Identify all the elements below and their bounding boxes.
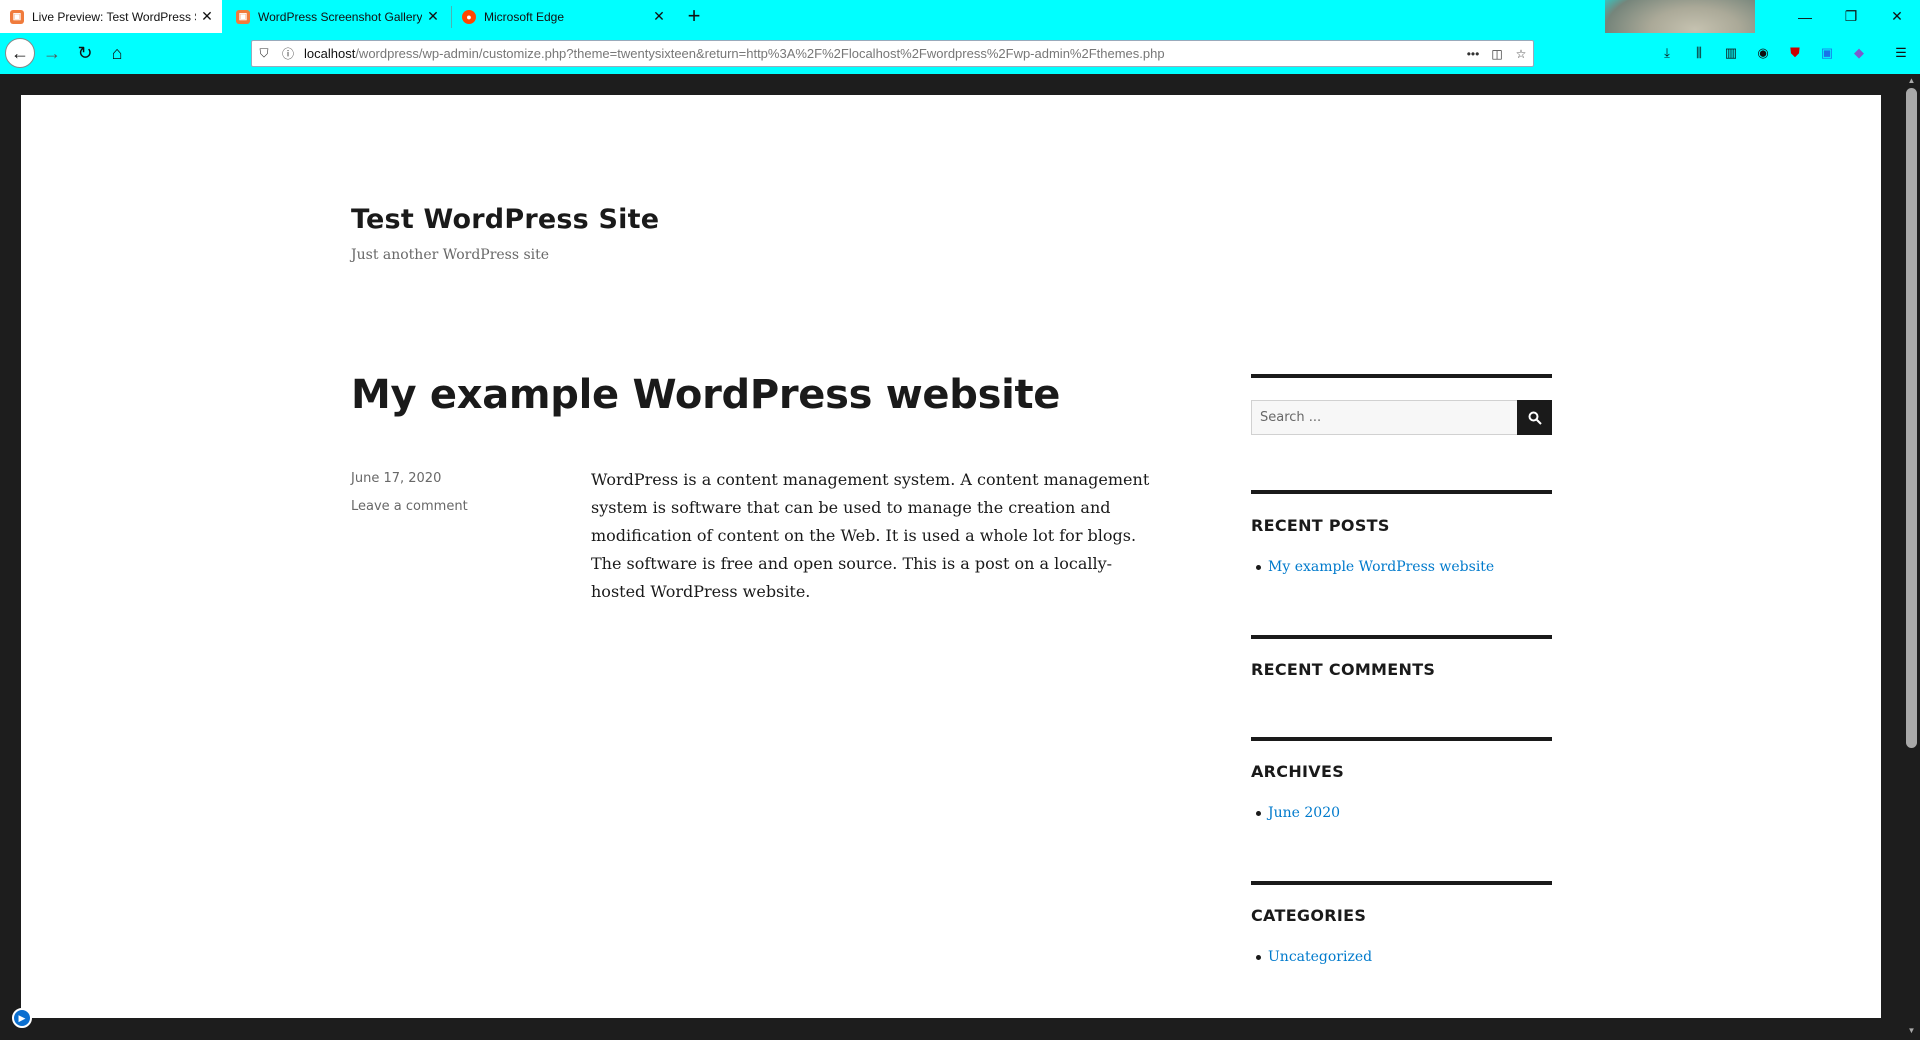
bullet <box>1256 810 1261 816</box>
back-arrow-icon[interactable]: ← <box>5 38 35 68</box>
recent-post-label[interactable]: My example WordPress website <box>1268 559 1494 575</box>
url-text[interactable]: localhost/wordpress/wp-admin/customize.p… <box>300 46 1461 61</box>
post-title[interactable]: My example WordPress website <box>351 372 1060 418</box>
recent-post-link[interactable]: My example WordPress website <box>1256 559 1494 575</box>
address-bar[interactable]: ⛉ ⓘ localhost/wordpress/wp-admin/customi… <box>251 40 1534 67</box>
tab-screenshot-gallery[interactable]: ▣ WordPress Screenshot Gallery ✕ <box>226 0 448 33</box>
tab-live-preview[interactable]: ▣ Live Preview: Test WordPress S ✕ <box>0 0 222 33</box>
widget-divider <box>1251 635 1552 639</box>
leave-comment-link[interactable]: Leave a comment <box>351 499 468 514</box>
category-link[interactable]: Uncategorized <box>1256 949 1372 965</box>
close-tab-icon[interactable]: ✕ <box>196 8 218 25</box>
widget-divider <box>1251 374 1552 378</box>
tab-title: Live Preview: Test WordPress S <box>32 9 196 24</box>
bullet <box>1256 564 1261 570</box>
tab-microsoft-edge[interactable]: ● Microsoft Edge ✕ <box>452 0 674 33</box>
close-tab-icon[interactable]: ✕ <box>648 8 670 25</box>
library-icon[interactable]: ⫼ <box>1688 42 1710 64</box>
recent-comments-heading: RECENT COMMENTS <box>1251 660 1436 679</box>
plus-icon[interactable]: + <box>681 3 707 29</box>
widget-divider <box>1251 737 1552 741</box>
wordpress-favicon-icon: ▣ <box>236 9 250 24</box>
bullet <box>1256 954 1261 960</box>
post-content: WordPress is a content management system… <box>591 470 1150 601</box>
account-icon[interactable]: ◉ <box>1752 42 1774 64</box>
post-date[interactable]: June 17, 2020 <box>351 471 441 486</box>
tab-bar: ▣ Live Preview: Test WordPress S ✕ ▣ Wor… <box>0 0 1920 74</box>
search-icon <box>1528 411 1542 425</box>
search-button[interactable] <box>1517 400 1552 435</box>
restore-icon[interactable]: ❐ <box>1828 0 1874 33</box>
extension-s-icon[interactable]: ▣ <box>1816 42 1838 64</box>
close-tab-icon[interactable]: ✕ <box>422 8 444 25</box>
downloads-icon[interactable]: ⤓ <box>1656 42 1678 64</box>
search-input[interactable]: Search ... <box>1251 400 1518 435</box>
archive-link[interactable]: June 2020 <box>1256 805 1340 821</box>
url-host: localhost <box>304 46 356 61</box>
pocket-icon[interactable]: ◫ <box>1485 47 1509 61</box>
widget-divider <box>1251 490 1552 494</box>
scrollbar-thumb[interactable] <box>1906 88 1917 748</box>
site-tagline: Just another WordPress site <box>351 247 550 263</box>
archives-heading: ARCHIVES <box>1251 762 1345 781</box>
archive-label[interactable]: June 2020 <box>1268 805 1340 821</box>
menu-hamburger-icon[interactable]: ☰ <box>1890 42 1912 64</box>
minimize-icon[interactable]: — <box>1782 0 1828 33</box>
category-label[interactable]: Uncategorized <box>1268 949 1372 965</box>
url-path: /wordpress/wp-admin/customize.php?theme=… <box>355 46 1165 61</box>
tab-title: WordPress Screenshot Gallery <box>258 9 422 24</box>
forward-arrow-icon[interactable]: → <box>37 38 67 68</box>
shield-icon[interactable]: ⛉ <box>252 46 276 61</box>
play-circle-icon[interactable]: ▶ <box>12 1008 32 1028</box>
more-actions-icon[interactable]: ••• <box>1461 47 1485 61</box>
wordpress-favicon-icon: ▣ <box>10 9 24 24</box>
bookmark-star-icon[interactable]: ☆ <box>1509 47 1533 61</box>
scroll-up-arrow-icon[interactable]: ▲ <box>1906 76 1917 86</box>
recent-posts-heading: RECENT POSTS <box>1251 516 1390 535</box>
home-icon[interactable]: ⌂ <box>102 38 132 68</box>
reddit-favicon-icon: ● <box>462 9 476 24</box>
reload-icon[interactable]: ↻ <box>70 38 100 68</box>
widget-divider <box>1251 881 1552 885</box>
tab-title: Microsoft Edge <box>484 9 565 24</box>
ublock-icon[interactable]: ⛊ <box>1784 42 1806 64</box>
extension-drop-icon[interactable]: ◆ <box>1848 42 1870 64</box>
site-title[interactable]: Test WordPress Site <box>351 204 659 235</box>
scroll-down-arrow-icon[interactable]: ▼ <box>1906 1026 1917 1036</box>
categories-heading: CATEGORIES <box>1251 906 1367 925</box>
info-icon[interactable]: ⓘ <box>276 45 300 62</box>
sidebar-icon[interactable]: ▥ <box>1720 42 1742 64</box>
close-window-icon[interactable]: ✕ <box>1874 0 1920 33</box>
